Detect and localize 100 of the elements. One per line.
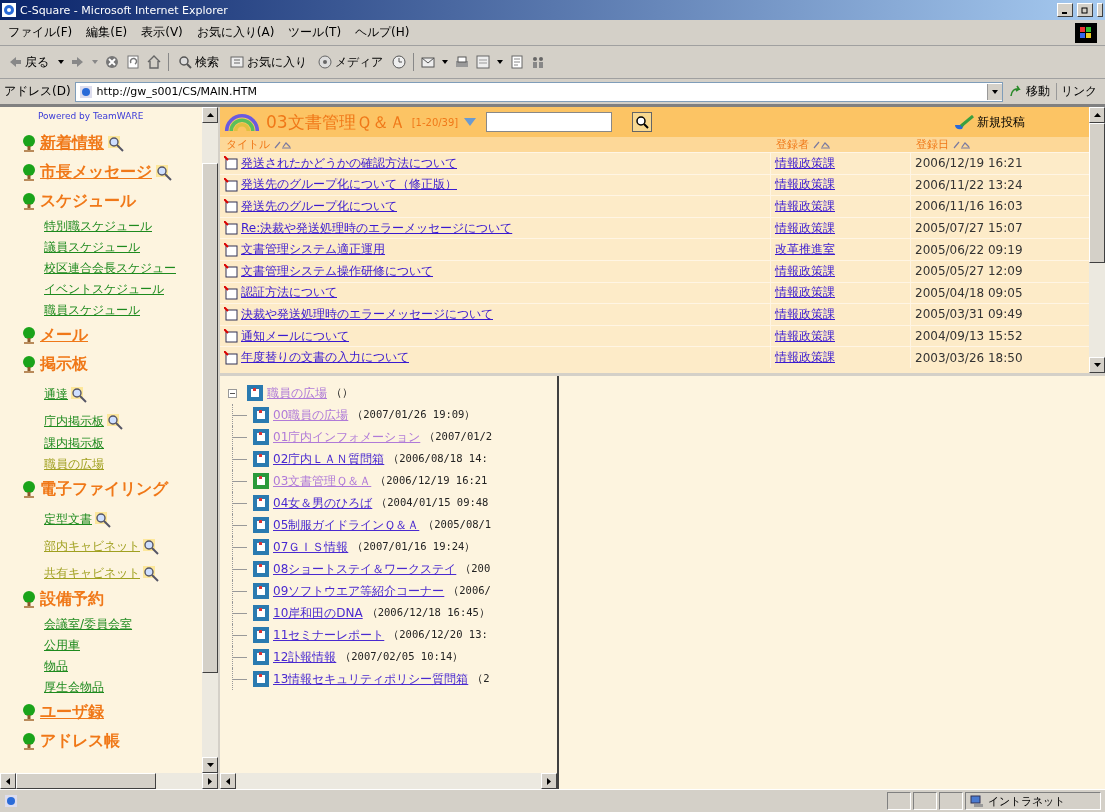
sidebar-link[interactable]: 特別職スケジュール [44, 218, 152, 235]
post-title-link[interactable]: 発送先のグループ化について（修正版） [241, 176, 457, 194]
search-icon[interactable] [108, 135, 124, 152]
dropdown-arrow-icon[interactable] [58, 60, 64, 64]
sidebar-link[interactable]: 庁内掲示板 [44, 413, 104, 430]
sidebar-link[interactable]: 厚生会物品 [44, 679, 104, 696]
author-link[interactable]: 情報政策課 [775, 219, 835, 237]
tree-link[interactable]: 12訃報情報 [273, 648, 337, 666]
author-link[interactable]: 情報政策課 [775, 305, 835, 323]
post-title-link[interactable]: 文書管理システム適正運用 [241, 241, 385, 259]
dropdown-arrow-icon[interactable] [497, 60, 503, 64]
back-button[interactable]: 戻る [6, 53, 51, 71]
menu-item[interactable]: 表示(V) [141, 24, 183, 41]
people-icon[interactable] [531, 55, 545, 69]
search-icon[interactable] [156, 164, 172, 181]
author-link[interactable]: 改革推進室 [775, 241, 835, 259]
sidebar-link[interactable]: 定型文書 [44, 511, 92, 528]
sidebar-link[interactable]: 物品 [44, 658, 68, 675]
post-title-link[interactable]: Re:決裁や発送処理時のエラーメッセージについて [241, 219, 513, 237]
refresh-icon[interactable] [126, 55, 140, 69]
sidebar-link[interactable]: 通達 [44, 386, 68, 403]
author-link[interactable]: 情報政策課 [775, 327, 835, 345]
restore-button[interactable] [1077, 3, 1093, 17]
sidebar-link[interactable]: 会議室/委員会室 [44, 616, 133, 633]
search-icon[interactable] [143, 539, 159, 555]
post-title-link[interactable]: 発送先のグループ化について [241, 198, 397, 215]
stop-icon[interactable] [105, 55, 119, 69]
tree-link[interactable]: 02庁内ＬＡＮ質問箱 [273, 450, 385, 468]
print-icon[interactable] [455, 55, 469, 69]
post-title-link[interactable]: 発送されたかどうかの確認方法について [241, 154, 457, 172]
search-button[interactable]: 検索 [176, 53, 221, 71]
scroll-down-button[interactable] [202, 757, 218, 773]
sort-icon[interactable] [953, 140, 971, 149]
scroll-left-button[interactable] [0, 773, 16, 789]
menu-item[interactable]: ツール(T) [288, 24, 342, 41]
scroll-right-button[interactable] [541, 773, 557, 789]
sidebar-link[interactable]: 課内掲示板 [44, 435, 104, 452]
search-icon[interactable] [107, 414, 123, 430]
new-post-button[interactable]: 新規投稿 [947, 112, 1031, 132]
scroll-right-button[interactable] [202, 773, 218, 789]
sort-icon[interactable] [813, 140, 831, 149]
search-icon[interactable] [95, 512, 111, 528]
tree-link[interactable]: 07ＧＩＳ情報 [273, 538, 349, 556]
tree-link[interactable]: 13情報セキュリティポリシー質問箱 [273, 670, 469, 688]
tree-link[interactable]: 10岸和田のDNA [273, 604, 363, 622]
home-icon[interactable] [147, 55, 161, 69]
search-button[interactable] [632, 112, 653, 132]
scroll-down-button[interactable] [1089, 357, 1105, 373]
close-button[interactable] [1097, 3, 1103, 17]
dropdown-arrow-icon[interactable] [442, 60, 448, 64]
tree-link[interactable]: 05制服ガイドラインＱ＆Ａ [273, 516, 420, 534]
horizontal-scrollbar[interactable] [220, 773, 557, 789]
author-link[interactable]: 情報政策課 [775, 154, 835, 172]
tree-link[interactable]: 11セミナーレポート [273, 626, 385, 644]
tree-link[interactable]: 04女＆男のひろば [273, 494, 373, 512]
scroll-left-button[interactable] [220, 773, 236, 789]
vertical-scrollbar[interactable] [202, 107, 218, 773]
post-title-link[interactable]: 年度替りの文書の入力について [241, 349, 409, 367]
author-link[interactable]: 情報政策課 [775, 198, 835, 215]
address-field[interactable]: http://gw_s001/CS/MAIN.HTM [74, 81, 1003, 102]
sidebar-link[interactable]: 職員スケジュール [44, 302, 140, 319]
post-title-link[interactable]: 文書管理システム操作研修について [241, 262, 433, 280]
menu-item[interactable]: お気に入り(A) [196, 24, 275, 41]
sidebar-link[interactable]: イベントスケジュール [44, 281, 164, 298]
scroll-up-button[interactable] [1089, 107, 1105, 123]
author-link[interactable]: 情報政策課 [775, 349, 835, 367]
discuss-icon[interactable] [510, 55, 524, 69]
vertical-scrollbar[interactable] [1089, 107, 1105, 373]
search-field[interactable] [486, 112, 613, 132]
sidebar-link[interactable]: 議員スケジュール [44, 239, 140, 256]
horizontal-scrollbar[interactable] [0, 773, 218, 789]
author-link[interactable]: 情報政策課 [775, 284, 835, 302]
go-button[interactable]: 移動 [1007, 83, 1052, 100]
search-icon[interactable] [143, 566, 159, 582]
author-link[interactable]: 情報政策課 [775, 262, 835, 280]
sort-icon[interactable] [274, 140, 292, 149]
dropdown-button[interactable] [987, 83, 1002, 100]
sidebar-link[interactable]: 校区連合会長スケジュー [44, 260, 176, 277]
menu-item[interactable]: ヘルプ(H) [355, 24, 410, 41]
history-icon[interactable] [392, 55, 406, 69]
post-title-link[interactable]: 通知メールについて [241, 327, 349, 345]
post-title-link[interactable]: 決裁や発送処理時のエラーメッセージについて [241, 305, 493, 323]
scrollbar-thumb[interactable] [1089, 123, 1105, 263]
minimize-button[interactable] [1057, 3, 1073, 17]
links-button[interactable]: リンク [1056, 83, 1101, 100]
favorites-button[interactable]: お気に入り [228, 53, 309, 71]
mail-icon[interactable] [421, 55, 435, 69]
author-link[interactable]: 情報政策課 [775, 176, 835, 194]
collapse-toggle-icon[interactable] [228, 388, 237, 398]
scrollbar-thumb[interactable] [202, 163, 218, 673]
menu-item[interactable]: 編集(E) [86, 24, 128, 41]
scrollbar-thumb[interactable] [16, 773, 156, 789]
search-icon[interactable] [71, 387, 87, 403]
tree-link[interactable]: 09ソフトウエア等紹介コーナー [273, 582, 445, 600]
menu-item[interactable]: ファイル(F) [8, 24, 73, 41]
sidebar-link[interactable]: 公用車 [44, 637, 80, 654]
tree-link[interactable]: 08ショートステイ＆ワークステイ [273, 560, 457, 578]
scroll-up-button[interactable] [202, 107, 218, 123]
post-title-link[interactable]: 認証方法について [241, 284, 337, 302]
media-button[interactable]: メディア [316, 53, 385, 71]
